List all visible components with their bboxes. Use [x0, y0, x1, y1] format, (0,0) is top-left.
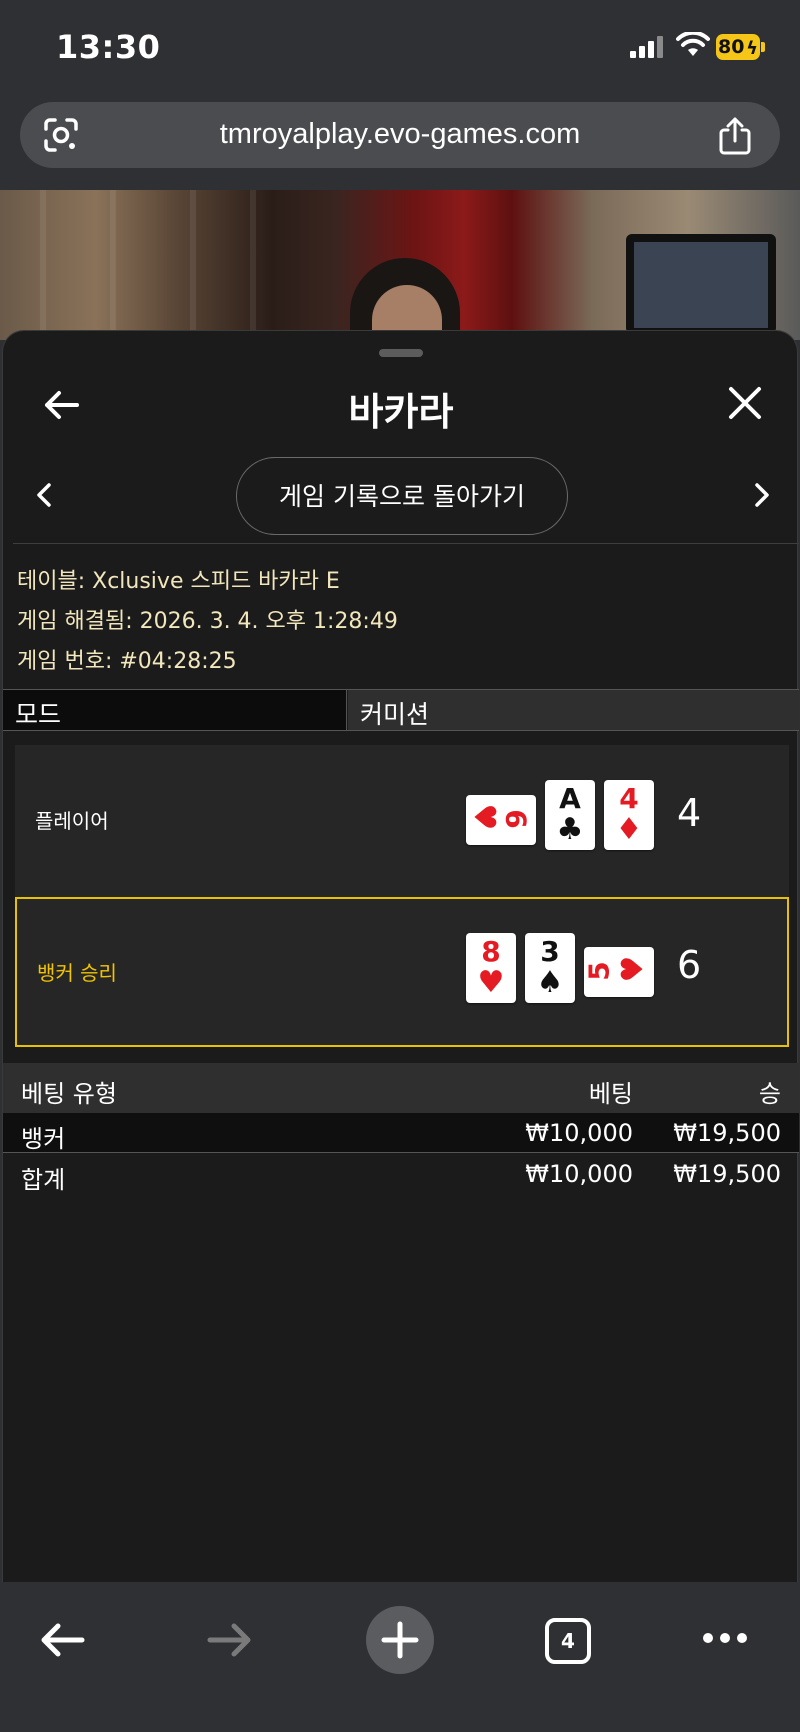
browser-back-icon[interactable]: [38, 1620, 86, 1660]
heart-suit-icon: ♥: [615, 955, 651, 983]
status-bar: 13:30 80 ϟ: [0, 0, 800, 95]
banker-score: 6: [677, 943, 702, 987]
heart-suit-icon: ♥: [466, 803, 502, 831]
next-game-chevron-icon[interactable]: [749, 479, 773, 511]
live-video-background: [0, 190, 800, 340]
sheet-title: 바카라: [348, 390, 454, 434]
browser-forward-icon[interactable]: [206, 1620, 254, 1660]
back-to-history-button[interactable]: 게임 기록으로 돌아가기: [236, 457, 568, 535]
round-result-panel: 플레이어 6 ♥ A ♣ 4 ♦ 4 뱅커 승리 8 ♥ 3 ♠ 5 ♥ 6: [15, 745, 789, 1047]
sheet-grabber[interactable]: [379, 349, 423, 357]
status-time: 13:30: [56, 28, 161, 66]
total-bet-cell: ₩10,000: [525, 1160, 633, 1188]
club-suit-icon: ♣: [556, 812, 584, 847]
card-rank: 5: [582, 961, 616, 981]
player-hand-row: 플레이어 6 ♥ A ♣ 4 ♦ 4: [15, 745, 789, 885]
close-icon[interactable]: [725, 383, 765, 423]
column-bet: 베팅: [588, 1080, 633, 1108]
previous-game-chevron-icon[interactable]: [33, 479, 57, 511]
banker-hand-row: 뱅커 승리 8 ♥ 3 ♠ 5 ♥ 6: [15, 897, 789, 1047]
card-rank: 8: [481, 935, 501, 968]
browser-toolbar: 4: [0, 1582, 800, 1732]
game-number-info: 게임 번호: #04:28:25: [17, 649, 237, 674]
playing-card: 6 ♥: [466, 795, 536, 845]
new-tab-button[interactable]: [366, 1606, 434, 1674]
player-label: 플레이어: [35, 809, 109, 833]
battery-cap: [761, 42, 765, 52]
wifi-icon: [676, 32, 710, 56]
charging-bolt-icon: ϟ: [746, 38, 758, 59]
playing-card: 3 ♠: [525, 933, 575, 1003]
diamond-suit-icon: ♦: [615, 812, 643, 847]
total-label: 합계: [21, 1166, 66, 1194]
battery-level: 80: [718, 36, 745, 58]
total-win-cell: ₩19,500: [673, 1160, 781, 1188]
total-row: 합계 ₩10,000 ₩19,500: [3, 1154, 799, 1194]
player-score: 4: [677, 791, 702, 835]
playing-card: 8 ♥: [466, 933, 516, 1003]
more-options-icon[interactable]: [700, 1626, 750, 1650]
table-row: 뱅커 ₩10,000 ₩19,500: [3, 1113, 799, 1153]
plus-icon: [381, 1621, 419, 1659]
curtain-stripe: [110, 190, 116, 340]
curtain-stripe: [190, 190, 196, 340]
share-icon[interactable]: [716, 116, 754, 156]
address-bar[interactable]: tmroyalplay.evo-games.com: [20, 102, 780, 168]
cellular-signal-icon: [630, 36, 663, 58]
playing-card: 4 ♦: [604, 780, 654, 850]
game-details-sheet: 바카라 게임 기록으로 돌아가기 테이블: Xclusive 스피드 바카라 E…: [2, 330, 799, 1582]
mode-label: 모드: [15, 700, 62, 729]
heart-suit-icon: ♥: [477, 965, 505, 1000]
studio-monitor: [626, 234, 776, 334]
playing-card: 5 ♥: [582, 947, 654, 997]
commission-label: 커미션: [360, 700, 430, 729]
spade-suit-icon: ♠: [536, 965, 564, 1000]
mode-cell: 모드: [3, 690, 347, 730]
url-text[interactable]: tmroyalplay.evo-games.com: [20, 118, 780, 151]
bets-table-header: 베팅 유형 베팅 승: [3, 1063, 799, 1113]
battery-indicator: 80 ϟ: [716, 34, 760, 60]
curtain-stripe: [40, 190, 46, 340]
banker-win-label: 뱅커 승리: [37, 961, 117, 985]
divider: [13, 543, 799, 544]
game-navigation: 게임 기록으로 돌아가기: [3, 455, 799, 535]
bet-amount-cell: ₩10,000: [525, 1119, 633, 1147]
bet-type-cell: 뱅커: [21, 1125, 66, 1153]
column-bet-type: 베팅 유형: [21, 1080, 117, 1108]
table-info: 테이블: Xclusive 스피드 바카라 E: [17, 569, 340, 594]
win-amount-cell: ₩19,500: [673, 1119, 781, 1147]
sheet-header: 바카라: [3, 371, 799, 441]
card-rank: 4: [619, 782, 639, 815]
commission-cell: 커미션: [348, 690, 799, 730]
card-rank: A: [559, 782, 581, 815]
tab-switcher-button[interactable]: 4: [545, 1618, 591, 1664]
resolved-time-info: 게임 해결됨: 2026. 3. 4. 오후 1:28:49: [17, 609, 398, 634]
mode-commission-row: 모드 커미션: [3, 689, 799, 731]
curtain-stripe: [250, 190, 256, 340]
column-win: 승: [758, 1080, 781, 1108]
card-rank: 6: [499, 809, 533, 829]
playing-card: A ♣: [545, 780, 595, 850]
card-rank: 3: [540, 935, 560, 968]
